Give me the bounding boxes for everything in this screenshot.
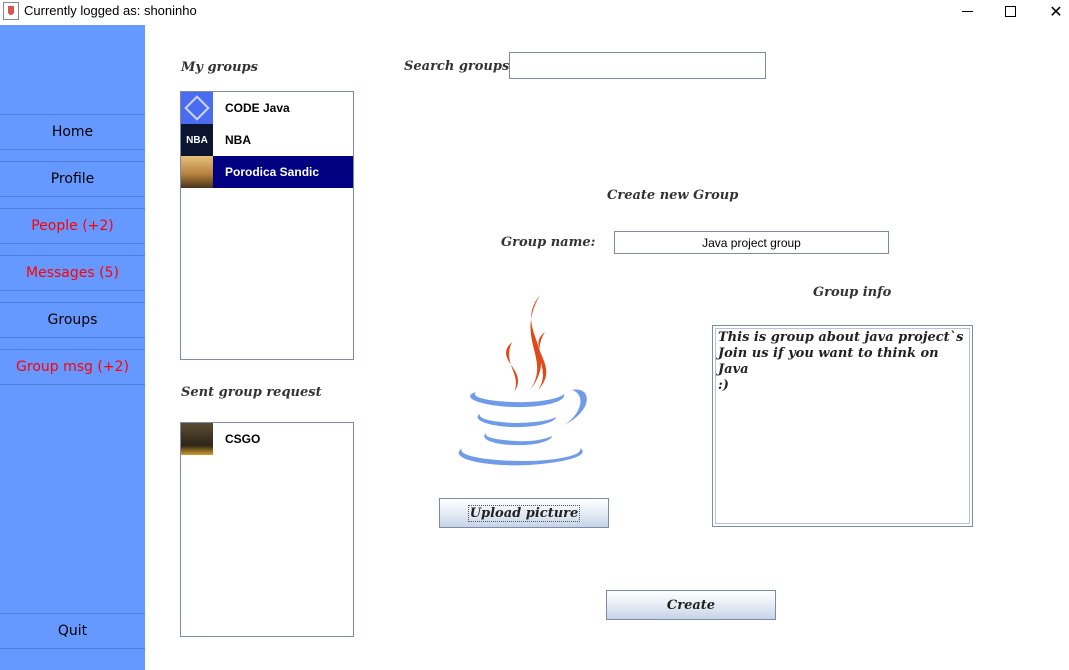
group-item-nba[interactable]: NBA NBA [181, 124, 353, 156]
sent-requests-list[interactable]: CSGO [180, 422, 354, 637]
sent-requests-label: Sent group request [181, 385, 322, 400]
nav-group-msg-button[interactable]: Group msg (+2) [0, 349, 145, 385]
nav-profile-button[interactable]: Profile [0, 161, 145, 197]
nav-home-label: Home [51, 124, 94, 140]
create-group-heading: Create new Group [607, 188, 739, 203]
group-item-name: NBA [225, 133, 251, 147]
upload-picture-button[interactable]: Upload picture [439, 498, 609, 528]
group-info-text: This is group about java project`s Join … [715, 328, 970, 524]
create-group-button[interactable]: Create [606, 590, 776, 620]
group-item-name: Porodica Sandic [225, 165, 320, 179]
group-item-porodica-sandic[interactable]: Porodica Sandic [181, 156, 353, 188]
close-icon: ✕ [1049, 1, 1063, 21]
nav-people-label: People (+2) [31, 218, 114, 234]
group-item-name: CODE Java [225, 101, 290, 115]
group-item-code-java[interactable]: CODE Java [181, 92, 353, 124]
family-photo-icon [181, 156, 213, 188]
nav-people-button[interactable]: People (+2) [0, 208, 145, 244]
maximize-icon [1004, 5, 1016, 17]
java-logo-icon [458, 295, 587, 466]
nav-groups-label: Groups [47, 312, 98, 328]
upload-picture-label: Upload picture [467, 504, 581, 522]
nba-logo-icon: NBA [181, 124, 213, 156]
group-name-input[interactable]: Java project group [614, 231, 889, 254]
nav-groups-button[interactable]: Groups [0, 302, 145, 338]
title-bar: Currently logged as: shoninho ✕ [0, 0, 1069, 25]
nav-messages-label: Messages (5) [26, 265, 119, 281]
minimize-icon [961, 10, 973, 12]
nav-messages-button[interactable]: Messages (5) [0, 255, 145, 291]
nav-home-button[interactable]: Home [0, 114, 145, 150]
group-name-label: Group name: [501, 235, 596, 250]
close-button[interactable]: ✕ [1033, 0, 1069, 22]
window-title: Currently logged as: shoninho [24, 3, 197, 18]
search-groups-label: Search groups: [404, 59, 515, 74]
my-groups-list[interactable]: CODE Java NBA NBA Porodica Sandic [180, 91, 354, 360]
quit-button[interactable]: Quit [0, 613, 145, 649]
minimize-button[interactable] [944, 0, 990, 22]
sidebar: Home Profile People (+2) Messages (5) Gr… [0, 25, 145, 670]
java-app-icon [3, 2, 19, 20]
csgo-logo-icon [181, 423, 213, 455]
request-item-name: CSGO [225, 432, 261, 446]
maximize-button[interactable] [987, 0, 1033, 22]
nav-group-msg-label: Group msg (+2) [16, 359, 129, 375]
create-label: Create [666, 597, 716, 613]
nav-profile-label: Profile [50, 171, 95, 187]
quit-label: Quit [57, 623, 88, 639]
group-info-label: Group info [813, 285, 892, 300]
my-groups-label: My groups [181, 60, 258, 75]
request-item-csgo[interactable]: CSGO [181, 423, 353, 455]
code-java-logo-icon [181, 92, 213, 124]
group-info-textarea[interactable]: This is group about java project`s Join … [712, 325, 973, 527]
search-groups-input[interactable] [509, 52, 766, 79]
